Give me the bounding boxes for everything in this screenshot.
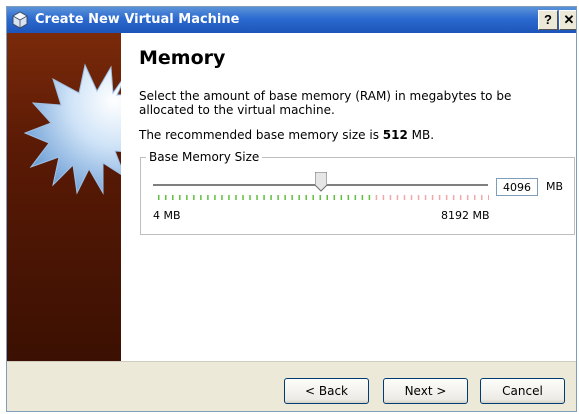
slider-tick: [277, 195, 279, 200]
slider-tick: [221, 195, 223, 200]
slider-tick: [214, 195, 216, 200]
slider-tick: [200, 195, 202, 200]
slider-tick: [242, 195, 244, 200]
slider-tick: [270, 195, 272, 200]
slider-tick: [480, 195, 483, 200]
virtualbox-cube-icon: [12, 11, 28, 29]
slider-tick: [249, 195, 251, 200]
slider-tick: [368, 195, 371, 200]
slider-tick: [256, 195, 258, 200]
slider-tick: [333, 195, 336, 200]
memory-slider-thumb[interactable]: [314, 172, 327, 192]
slider-tick: [193, 195, 195, 200]
slider-tick: [235, 195, 237, 200]
max-memory-label: 8192 MB: [441, 209, 490, 222]
create-vm-dialog: Create New Virtual Machine ? ✕ Memory Se…: [6, 6, 577, 412]
slider-tick: [424, 195, 427, 200]
slider-tick: [312, 195, 314, 200]
slider-tick: [179, 195, 181, 200]
recommended-value: 512: [382, 128, 408, 142]
slider-tick: [382, 195, 385, 200]
slider-tick: [207, 195, 209, 200]
window-title: Create New Virtual Machine: [35, 12, 240, 27]
slider-tick: [172, 195, 174, 200]
wizard-page: Memory Select the amount of base memory …: [7, 33, 576, 361]
button-bar: < Back Next > Cancel: [7, 361, 576, 411]
slider-tick: [305, 195, 307, 200]
slider-tick: [438, 195, 441, 200]
slider-tick: [396, 195, 399, 200]
recommended-memory-text: The recommended base memory size is 512 …: [139, 128, 569, 142]
slider-tick: [284, 195, 286, 200]
starburst-graphic: [23, 63, 121, 195]
slider-tick: [452, 195, 455, 200]
cancel-button[interactable]: Cancel: [480, 378, 565, 404]
slider-tick: [459, 195, 462, 200]
slider-tick: [263, 195, 265, 200]
slider-tick: [466, 195, 469, 200]
page-description: Select the amount of base memory (RAM) i…: [139, 89, 512, 117]
slider-tick: [347, 195, 350, 200]
slider-tick: [445, 195, 448, 200]
base-memory-group: Base Memory Size 4 MB 8192 MB MB: [140, 149, 575, 235]
slider-tick: [417, 195, 420, 200]
memory-slider-ticks: [158, 195, 489, 200]
recommended-suffix: MB.: [407, 128, 435, 142]
min-memory-label: 4 MB: [153, 209, 181, 222]
memory-size-input[interactable]: [496, 178, 538, 196]
slider-tick: [165, 195, 167, 200]
help-button[interactable]: ?: [538, 10, 558, 30]
slider-tick: [228, 195, 230, 200]
group-title: Base Memory Size: [146, 149, 263, 165]
slider-tick: [361, 195, 364, 200]
slider-tick: [389, 195, 392, 200]
slider-tick: [431, 195, 434, 200]
slider-tick: [488, 195, 489, 200]
wizard-banner: [7, 33, 121, 361]
slider-tick: [340, 195, 343, 200]
memory-unit-label: MB: [546, 180, 564, 193]
back-button[interactable]: < Back: [284, 378, 369, 404]
recommended-prefix: The recommended base memory size is: [139, 128, 383, 142]
title-bar[interactable]: Create New Virtual Machine ? ✕: [7, 7, 576, 33]
slider-tick: [326, 195, 329, 200]
slider-tick: [410, 195, 413, 200]
slider-tick: [375, 195, 378, 200]
slider-tick: [473, 195, 476, 200]
next-button[interactable]: Next >: [383, 378, 468, 404]
slider-tick: [291, 195, 293, 200]
slider-tick: [319, 195, 321, 200]
slider-tick: [186, 195, 188, 200]
slider-tick: [158, 195, 160, 200]
slider-tick: [354, 195, 357, 200]
slider-tick: [298, 195, 300, 200]
page-title: Memory: [139, 47, 226, 69]
close-button[interactable]: ✕: [559, 10, 576, 30]
slider-tick: [403, 195, 406, 200]
